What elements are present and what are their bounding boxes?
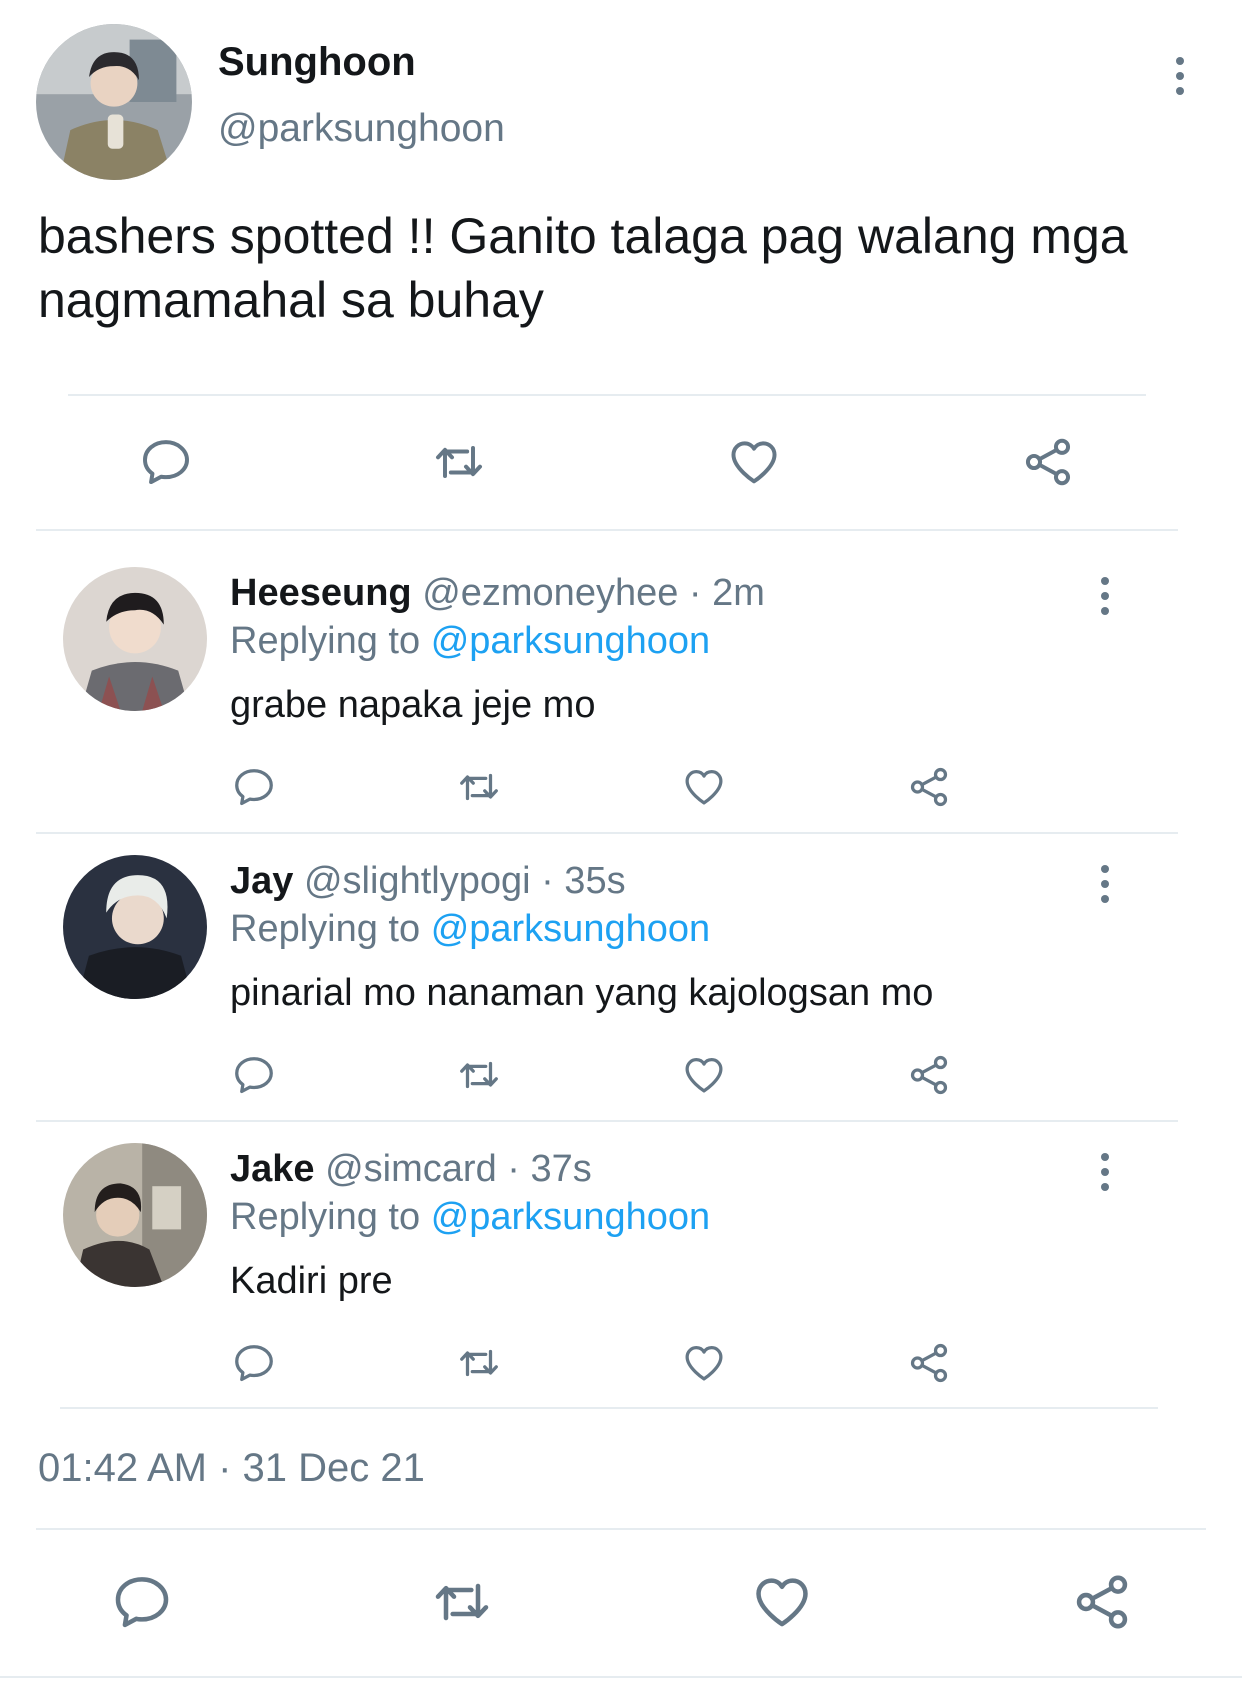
reply-button[interactable]	[108, 1568, 176, 1636]
replying-to: Replying to @parksunghoon	[230, 906, 710, 952]
replying-label: Replying to	[230, 620, 421, 662]
divider	[36, 1528, 1206, 1530]
reply-meta: @simcard · 37s	[325, 1148, 592, 1190]
reply-header: Jay @slightlypogi · 35s	[230, 858, 626, 904]
share-icon	[1070, 1570, 1134, 1634]
reply-meta: @ezmoneyhee · 2m	[422, 572, 765, 614]
replying-label: Replying to	[230, 908, 421, 950]
reply-header: Jake @simcard · 37s	[230, 1146, 592, 1192]
share-button[interactable]	[905, 1051, 953, 1099]
share-icon	[906, 1340, 952, 1386]
share-button[interactable]	[905, 1339, 953, 1387]
reply-text: Kadiri pre	[230, 1260, 393, 1302]
like-icon	[681, 1340, 727, 1386]
reply-icon	[231, 1052, 277, 1098]
divider	[68, 394, 1146, 396]
reply-header: Heeseung @ezmoneyhee · 2m	[230, 570, 765, 616]
reply-name[interactable]: Heeseung	[230, 572, 412, 614]
share-icon	[906, 1052, 952, 1098]
avatar[interactable]	[63, 567, 207, 711]
reply-meta: @slightlypogi · 35s	[303, 860, 626, 902]
more-icon[interactable]	[1099, 865, 1111, 903]
retweet-button[interactable]	[428, 1568, 496, 1636]
like-icon	[750, 1570, 814, 1634]
retweet-icon	[431, 434, 487, 490]
like-button[interactable]	[680, 1051, 728, 1099]
retweet-button[interactable]	[455, 1051, 503, 1099]
like-button[interactable]	[724, 432, 784, 492]
share-icon	[1020, 434, 1076, 490]
retweet-button[interactable]	[429, 432, 489, 492]
reply-button[interactable]	[230, 763, 278, 811]
like-icon	[681, 764, 727, 810]
like-button[interactable]	[748, 1568, 816, 1636]
like-button[interactable]	[680, 763, 728, 811]
retweet-icon	[456, 1340, 502, 1386]
share-button[interactable]	[1068, 1568, 1136, 1636]
reply-icon	[110, 1570, 174, 1634]
like-icon	[726, 434, 782, 490]
divider	[36, 1120, 1178, 1122]
author-handle[interactable]: @parksunghoon	[218, 105, 505, 153]
replying-to: Replying to @parksunghoon	[230, 618, 710, 664]
more-icon[interactable]	[1099, 1153, 1111, 1191]
reply-button[interactable]	[230, 1339, 278, 1387]
retweet-button[interactable]	[455, 763, 503, 811]
reply-icon	[231, 1340, 277, 1386]
avatar[interactable]	[63, 1143, 207, 1287]
share-button[interactable]	[1018, 432, 1078, 492]
divider	[36, 832, 1178, 834]
divider	[60, 1407, 1158, 1409]
reply-text: grabe napaka jeje mo	[230, 684, 596, 726]
tweet-timestamp: 01:42 AM · 31 Dec 21	[38, 1446, 425, 1490]
retweet-button[interactable]	[455, 1339, 503, 1387]
avatar[interactable]	[36, 24, 192, 180]
divider	[0, 1676, 1242, 1678]
like-button[interactable]	[680, 1339, 728, 1387]
retweet-icon	[456, 764, 502, 810]
more-icon[interactable]	[1099, 577, 1111, 615]
reply-icon	[138, 434, 194, 490]
tweet-text: bashers spotted !! Ganito talaga pag wal…	[38, 208, 1128, 328]
reply-button[interactable]	[136, 432, 196, 492]
avatar[interactable]	[63, 855, 207, 999]
reply-button[interactable]	[230, 1051, 278, 1099]
share-button[interactable]	[905, 763, 953, 811]
retweet-icon	[456, 1052, 502, 1098]
more-icon[interactable]	[1174, 57, 1186, 95]
replying-to-link[interactable]: @parksunghoon	[431, 620, 710, 662]
replying-to: Replying to @parksunghoon	[230, 1194, 710, 1240]
retweet-icon	[430, 1570, 494, 1634]
reply-name[interactable]: Jake	[230, 1148, 315, 1190]
replying-to-link[interactable]: @parksunghoon	[431, 1196, 710, 1238]
author-name[interactable]: Sunghoon	[218, 38, 416, 86]
reply-name[interactable]: Jay	[230, 860, 293, 902]
like-icon	[681, 1052, 727, 1098]
reply-icon	[231, 764, 277, 810]
reply-text: pinarial mo nanaman yang kajologsan mo	[230, 972, 934, 1014]
divider	[36, 529, 1178, 531]
replying-label: Replying to	[230, 1196, 421, 1238]
replying-to-link[interactable]: @parksunghoon	[431, 908, 710, 950]
share-icon	[906, 764, 952, 810]
